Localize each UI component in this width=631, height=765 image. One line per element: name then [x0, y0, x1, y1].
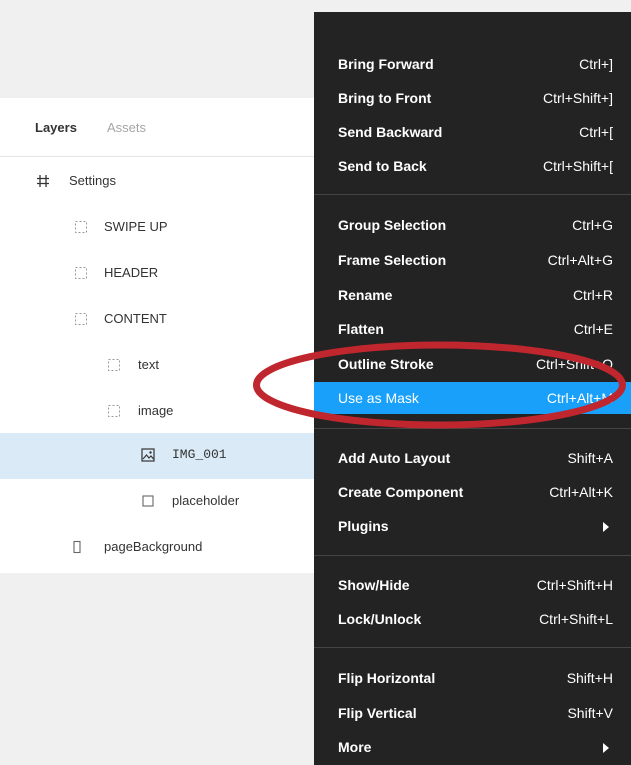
menu-item-flatten[interactable]: Flatten Ctrl+E: [314, 313, 631, 345]
menu-item-outline-stroke[interactable]: Outline Stroke Ctrl+Shift+O: [314, 348, 631, 380]
menu-item-shortcut: Ctrl+Alt+K: [549, 484, 613, 500]
menu-item-label: Flatten: [338, 321, 384, 337]
group-dotted-icon: [74, 266, 88, 280]
group-dotted-icon: [107, 404, 121, 418]
menu-item-label: Send Backward: [338, 124, 443, 140]
submenu-arrow-icon: [603, 522, 609, 532]
menu-item-more[interactable]: More: [314, 731, 631, 763]
layer-label: HEADER: [104, 265, 159, 280]
menu-item-shortcut: Ctrl+Shift+L: [539, 611, 613, 627]
layer-label: text: [138, 357, 159, 372]
menu-item-label: Group Selection: [338, 217, 447, 233]
layer-label: SWIPE UP: [104, 219, 168, 234]
layer-label: Settings: [69, 173, 116, 188]
menu-item-flip-vertical[interactable]: Flip Vertical Shift+V: [314, 697, 631, 729]
menu-item-label: Send to Back: [338, 158, 427, 174]
menu-item-shortcut: Ctrl+G: [572, 217, 613, 233]
menu-item-shortcut: Shift+H: [566, 670, 613, 686]
frame-hash-icon: [36, 174, 50, 188]
image-icon: [141, 448, 155, 462]
rectangle-icon: [70, 540, 84, 554]
menu-item-shortcut: Ctrl+Shift+]: [542, 90, 613, 106]
layer-label: image: [138, 403, 174, 418]
layer-row-page-background[interactable]: pageBackground: [0, 525, 331, 571]
menu-item-label: Create Component: [338, 484, 464, 500]
tab-layers[interactable]: Layers: [35, 120, 77, 135]
menu-item-lock-unlock[interactable]: Lock/Unlock Ctrl+Shift+L: [314, 603, 631, 635]
layer-label: placeholder: [172, 493, 240, 508]
menu-item-shortcut: Ctrl+R: [572, 287, 613, 303]
layer-label: pageBackground: [104, 539, 203, 554]
menu-item-shortcut: Ctrl+Shift+O: [535, 356, 613, 372]
menu-item-create-component[interactable]: Create Component Ctrl+Alt+K: [314, 476, 631, 508]
menu-divider: [314, 194, 631, 195]
menu-item-label: Show/Hide: [338, 577, 410, 593]
menu-item-label: Bring to Front: [338, 90, 432, 106]
menu-item-shortcut: Ctrl+Shift+H: [536, 577, 613, 593]
group-dotted-icon: [74, 312, 88, 326]
menu-item-frame-selection[interactable]: Frame Selection Ctrl+Alt+G: [314, 244, 631, 276]
menu-item-shortcut: Ctrl+Shift+[: [542, 158, 613, 174]
menu-item-use-as-mask[interactable]: Use as Mask Ctrl+Alt+M: [314, 382, 631, 414]
menu-item-flip-horizontal[interactable]: Flip Horizontal Shift+H: [314, 662, 631, 694]
menu-item-label: Flip Horizontal: [338, 670, 436, 686]
menu-item-label: Rename: [338, 287, 393, 303]
menu-item-shortcut: Ctrl+[: [579, 124, 613, 140]
layer-row-settings[interactable]: Settings: [0, 159, 331, 205]
menu-item-shortcut: Shift+A: [567, 450, 613, 466]
layers-panel: Layers Assets Settings SWIPE UP HEADER C…: [0, 98, 331, 573]
tab-assets[interactable]: Assets: [107, 120, 146, 135]
menu-item-label: More: [338, 739, 372, 755]
menu-item-group-selection[interactable]: Group Selection Ctrl+G: [314, 209, 631, 241]
layer-label: CONTENT: [104, 311, 167, 326]
menu-item-shortcut: Shift+V: [567, 705, 613, 721]
menu-item-label: Flip Vertical: [338, 705, 417, 721]
group-dotted-icon: [107, 358, 121, 372]
menu-item-label: Plugins: [338, 518, 389, 534]
menu-item-bring-forward[interactable]: Bring Forward Ctrl+]: [314, 48, 631, 80]
layer-row-img-001[interactable]: IMG_001: [0, 433, 331, 479]
context-menu: Bring Forward Ctrl+] Bring to Front Ctrl…: [314, 12, 631, 765]
menu-item-shortcut: Ctrl+Alt+G: [547, 252, 613, 268]
panel-tabs: Layers Assets: [0, 98, 331, 157]
menu-item-shortcut: Ctrl+Alt+M: [546, 390, 613, 406]
layer-row-image[interactable]: image: [0, 389, 331, 435]
menu-divider: [314, 428, 631, 429]
layer-row-text[interactable]: text: [0, 343, 331, 389]
menu-item-shortcut: Ctrl+E: [573, 321, 613, 337]
menu-item-shortcut: Ctrl+]: [579, 56, 613, 72]
menu-item-label: Bring Forward: [338, 56, 434, 72]
layer-row-header[interactable]: HEADER: [0, 251, 331, 297]
menu-item-label: Frame Selection: [338, 252, 447, 268]
layer-row-swipe-up[interactable]: SWIPE UP: [0, 205, 331, 251]
submenu-arrow-icon: [603, 743, 609, 753]
menu-divider: [314, 555, 631, 556]
menu-item-plugins[interactable]: Plugins: [314, 510, 631, 542]
menu-item-label: Lock/Unlock: [338, 611, 422, 627]
menu-divider: [314, 647, 631, 648]
menu-item-rename[interactable]: Rename Ctrl+R: [314, 279, 631, 311]
rectangle-icon: [141, 494, 155, 508]
menu-item-bring-to-front[interactable]: Bring to Front Ctrl+Shift+]: [314, 82, 631, 114]
group-dotted-icon: [74, 220, 88, 234]
menu-item-send-to-back[interactable]: Send to Back Ctrl+Shift+[: [314, 150, 631, 182]
layer-label: IMG_001: [172, 447, 227, 462]
menu-item-label: Outline Stroke: [338, 356, 434, 372]
menu-item-label: Add Auto Layout: [338, 450, 451, 466]
layer-row-placeholder[interactable]: placeholder: [0, 479, 331, 525]
menu-item-label: Use as Mask: [338, 390, 419, 406]
menu-item-add-auto-layout[interactable]: Add Auto Layout Shift+A: [314, 442, 631, 474]
layer-row-content[interactable]: CONTENT: [0, 297, 331, 343]
menu-item-show-hide[interactable]: Show/Hide Ctrl+Shift+H: [314, 569, 631, 601]
menu-item-send-backward[interactable]: Send Backward Ctrl+[: [314, 116, 631, 148]
